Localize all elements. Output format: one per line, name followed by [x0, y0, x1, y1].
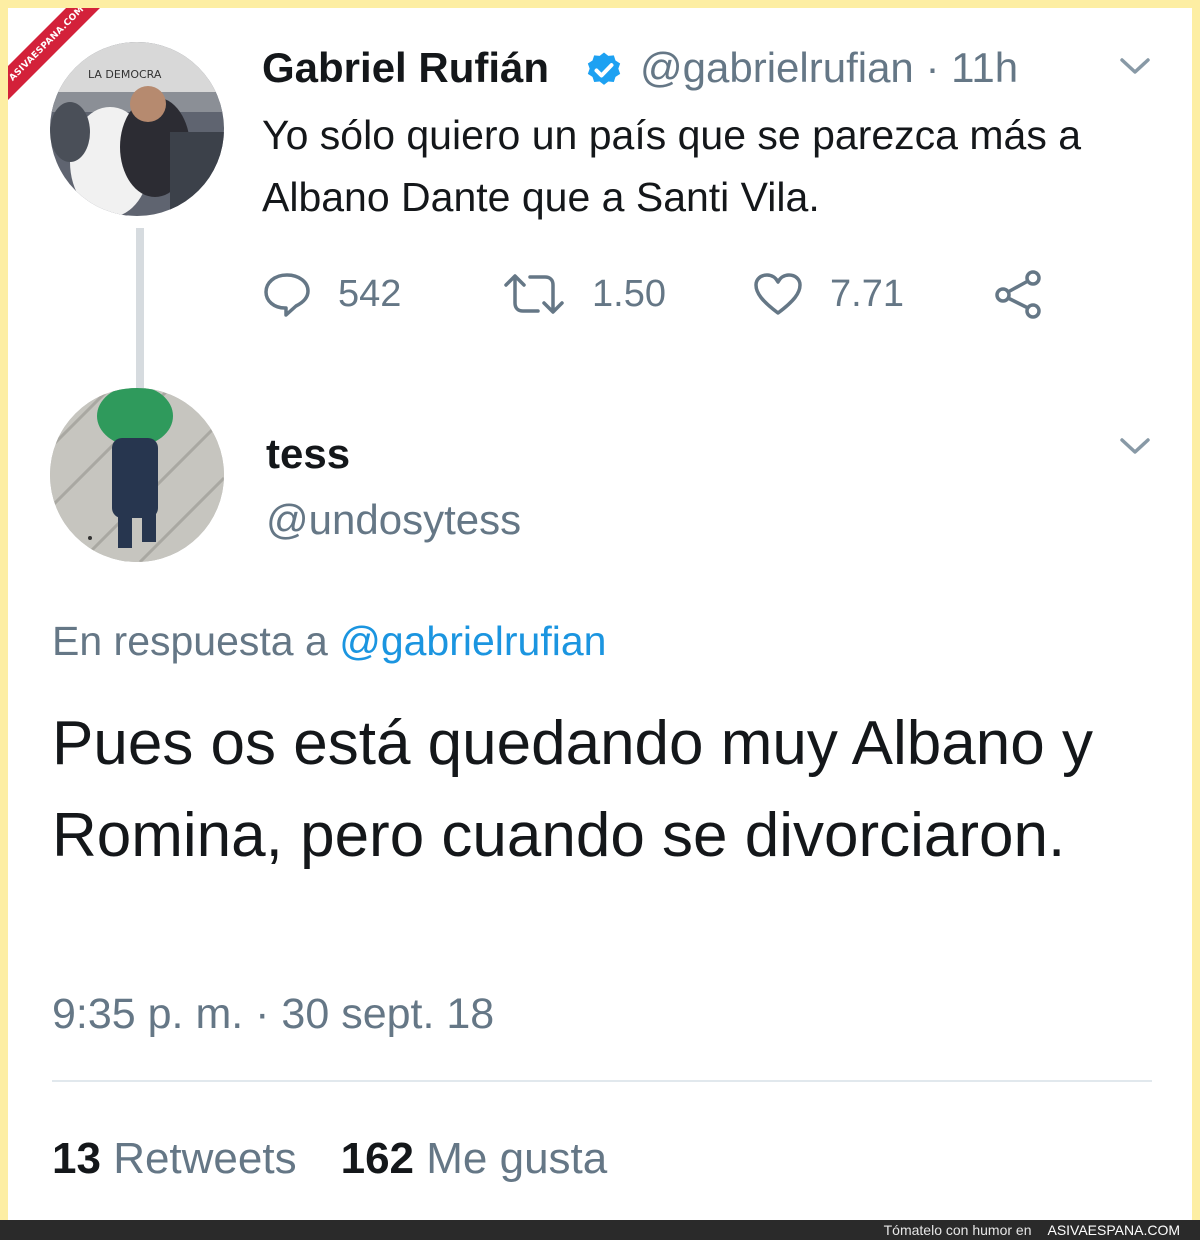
reply-icon	[264, 273, 310, 317]
screenshot-frame: ASIVAESPANA.COM LA DEMOCRA Gabriel Rufiá…	[8, 8, 1192, 1220]
likes-stat-label: Me gusta	[426, 1134, 608, 1183]
chevron-down-icon[interactable]	[1118, 54, 1152, 78]
chevron-down-icon[interactable]	[1118, 434, 1152, 458]
retweets-stat-label: Retweets	[113, 1134, 297, 1183]
retweet-action[interactable]: 1.50	[502, 264, 666, 324]
likes-stat[interactable]: 162 Me gusta	[341, 1134, 608, 1183]
reply-timestamp[interactable]: 9:35 p. m. · 30 sept. 18	[52, 990, 494, 1039]
reply-mention-link[interactable]: @gabrielrufian	[339, 618, 606, 664]
reply-prefix: En respuesta a	[52, 618, 328, 664]
footer-brand[interactable]: ASIVAESPANA.COM	[1047, 1222, 1180, 1238]
like-icon	[754, 273, 802, 315]
share-action[interactable]	[992, 264, 1046, 324]
like-count: 7.71	[830, 272, 904, 315]
avatar-sign-text: LA DEMOCRA	[88, 68, 162, 81]
like-action[interactable]: 7.71	[752, 264, 904, 324]
footer-text: Tómatelo con humor en	[883, 1222, 1032, 1238]
author-name[interactable]: Gabriel Rufián	[262, 44, 549, 92]
share-icon	[995, 270, 1041, 319]
reply-context: En respuesta a @gabrielrufian	[52, 618, 606, 665]
tweet-age[interactable]: 11h	[951, 44, 1018, 91]
engagement-stats: 13 Retweets 162 Me gusta	[52, 1134, 607, 1184]
author-handle-meta: @gabrielrufian · 11h	[640, 44, 1018, 92]
reply-author-handle[interactable]: @undosytess	[266, 496, 521, 544]
reply-count: 542	[338, 272, 402, 315]
tweet-text: Yo sólo quiero un país que se parezca má…	[262, 112, 1082, 220]
meta-separator: ·	[925, 44, 940, 91]
divider	[52, 1080, 1152, 1082]
reply-author-name[interactable]: tess	[266, 430, 350, 478]
avatar-gabrielrufian[interactable]: LA DEMOCRA	[50, 42, 224, 216]
reply-tweet-text: Pues os está quedando muy Albano y Romin…	[52, 709, 1093, 870]
verified-badge-icon	[587, 52, 621, 85]
retweet-count: 1.50	[592, 272, 666, 315]
thread-connector-line	[136, 228, 144, 388]
retweets-stat[interactable]: 13 Retweets	[52, 1134, 297, 1183]
watermark-footer: Tómatelo con humor en ASIVAESPANA.COM	[0, 1220, 1200, 1240]
reply-action[interactable]: 542	[262, 264, 401, 324]
retweet-icon	[504, 274, 564, 314]
retweets-stat-count: 13	[52, 1134, 101, 1183]
likes-stat-count: 162	[340, 1134, 415, 1183]
avatar-undosytess[interactable]	[50, 388, 224, 562]
author-handle[interactable]: @gabrielrufian	[640, 44, 914, 91]
